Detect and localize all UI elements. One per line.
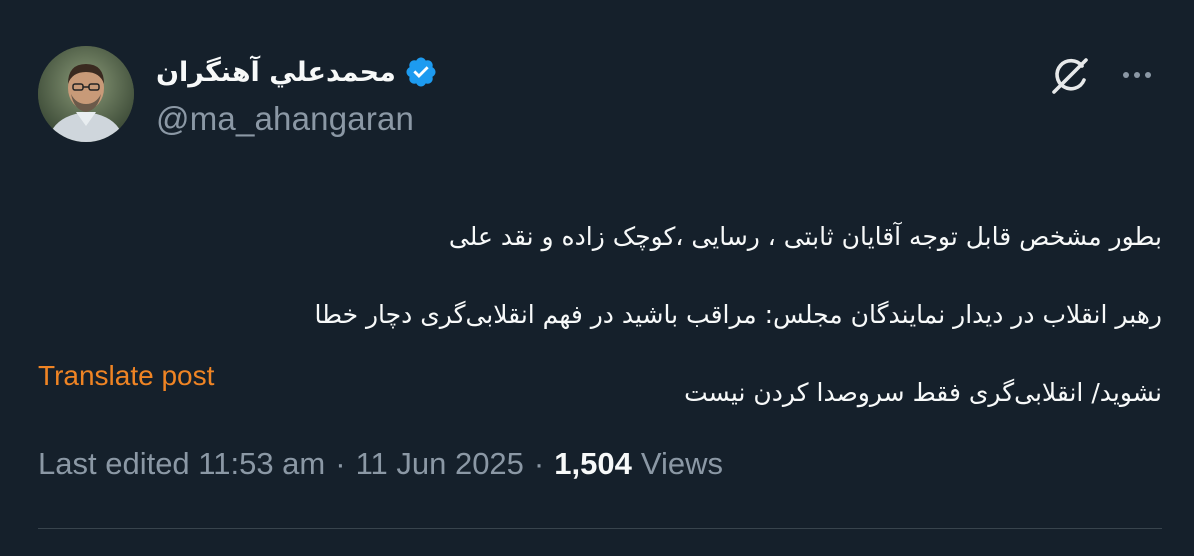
views-count: 1,504 [554,446,632,481]
more-options-icon[interactable] [1112,58,1162,92]
avatar-photo [38,46,134,142]
translate-post-link[interactable]: Translate post [38,360,214,392]
author-name[interactable]: محمدعلي آهنگران [156,57,396,88]
author-name-row[interactable]: محمدعلي آهنگران [156,52,438,92]
divider [38,528,1162,529]
meta-separator: · [335,446,346,481]
post-date[interactable]: 11 Jun 2025 [356,446,524,482]
avatar[interactable] [38,46,134,142]
views-label: Views [640,446,723,481]
post-meta: Last edited 11:53 am · 11 Jun 2025 · 1,5… [38,444,723,484]
grok-icon[interactable] [1046,52,1094,98]
verified-badge-icon[interactable] [404,55,438,89]
meta-separator: · [533,446,545,481]
last-edited-link[interactable]: Last edited 11:53 am [38,446,325,482]
post-text: بطور مشخص قابل توجه آقایان ثابتی ، رسایی… [38,178,1162,451]
post-text-line: بطور مشخص قابل توجه آقایان ثابتی ، رسایی… [448,222,1162,251]
post-text-line: رهبر انقلاب در دیدار نمایندگان مجلس: مرا… [314,300,1162,329]
tweet-detail: محمدعلي آهنگران @ma_ahangaran بطور مشخص … [0,0,1194,556]
author-handle[interactable]: @ma_ahangaran [156,100,414,138]
